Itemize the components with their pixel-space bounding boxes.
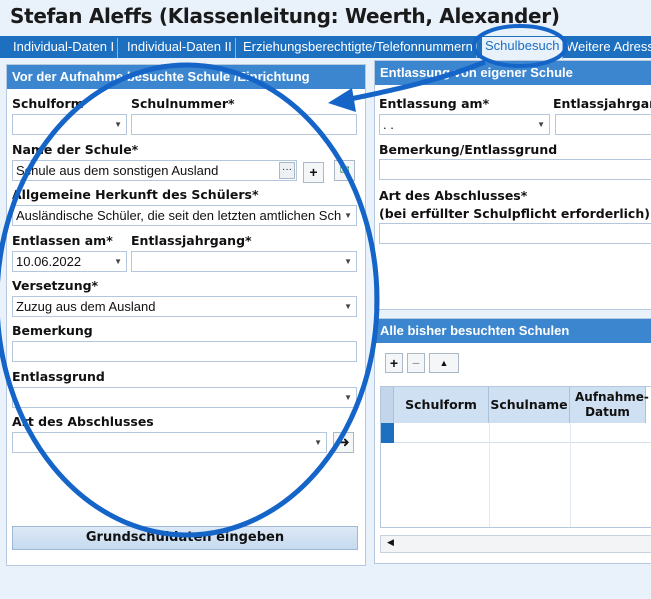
minus-icon[interactable]: − <box>407 353 425 373</box>
table-row[interactable] <box>394 423 651 443</box>
versetzung-label: Versetzung* <box>12 278 99 293</box>
versetzung-select[interactable]: Zuzug aus dem Ausland ▼ <box>12 296 357 317</box>
entlassgrund-select[interactable]: ▼ <box>12 387 357 408</box>
tab-individual-daten-1[interactable]: Individual-Daten I <box>10 38 119 58</box>
plus-icon[interactable]: + <box>385 353 403 373</box>
art-abschluss-select[interactable] <box>379 223 651 244</box>
col-schulname[interactable]: Schulname <box>489 387 570 423</box>
move-up-icon[interactable]: ▲ <box>429 353 459 373</box>
bemerkung-entlassgrund-input[interactable] <box>379 159 651 180</box>
col-schulform[interactable]: Schulform <box>394 387 489 423</box>
chevron-down-icon: ▼ <box>314 438 322 447</box>
window-title: Stefan Aleffs (Klassenleitung: Weerth, A… <box>10 4 560 28</box>
name-label: Name der Schule* <box>12 142 139 157</box>
mail-icon[interactable]: ✉ <box>334 160 355 181</box>
entlassung-am-label: Entlassung am* <box>379 96 490 111</box>
tab-erziehungsberechtigte[interactable]: Erziehungsberechtigte/Telefonnummern <box>240 38 477 58</box>
tab-individual-daten-2[interactable]: Individual-Daten II <box>124 38 236 58</box>
selected-row-marker <box>381 423 394 443</box>
tab-weitere-adressen[interactable]: Weitere Adressen <box>563 38 651 58</box>
bemerkung-entlassgrund-label: Bemerkung/Entlassgrund <box>379 142 558 157</box>
art-abschluss-label: Art des Abschlusses* <box>379 188 528 203</box>
entlassung-heading: Entlassung von eigener Schule <box>375 61 651 85</box>
entlassjahrgang-label: Entlassjahrgang <box>553 96 651 111</box>
herkunft-label: Allgemeine Herkunft des Schülers* <box>12 187 259 202</box>
schulnummer-input[interactable] <box>131 114 357 135</box>
schools-panel: Alle bisher besuchten Schulen + − ▲ Schu… <box>374 318 651 564</box>
entlassen-date-input[interactable]: 10.06.2022 ▼ <box>12 251 127 272</box>
entlassjahrgang-select[interactable] <box>555 114 651 135</box>
entlassgrund-label: Entlassgrund <box>12 369 105 384</box>
scroll-left-icon[interactable]: ◀ <box>387 537 394 548</box>
chevron-down-icon: ▼ <box>344 257 352 266</box>
chevron-down-icon: ▼ <box>114 120 122 129</box>
grid-line <box>489 423 490 527</box>
entlassen-label: Entlassen am* <box>12 233 113 248</box>
add-school-button[interactable]: + <box>303 162 324 183</box>
abschluss-select[interactable]: ▼ <box>12 432 327 453</box>
tab-bar: Individual-Daten I Individual-Daten II E… <box>0 36 651 59</box>
jahrgang-label: Entlassjahrgang* <box>131 233 252 248</box>
bemerkung-input[interactable] <box>12 341 357 362</box>
schools-grid: Schulform Schulname Aufnahme-Datum <box>380 386 651 528</box>
col-aufnahme-datum[interactable]: Aufnahme-Datum <box>570 387 649 423</box>
chevron-down-icon: ▼ <box>537 120 545 129</box>
tab-schulbesuch[interactable]: Schulbesuch <box>482 37 564 59</box>
row-header <box>381 387 394 423</box>
herkunft-select[interactable]: Ausländische Schüler, die seit den letzt… <box>12 205 357 226</box>
ellipsis-button[interactable]: ··· <box>279 162 295 179</box>
chevron-down-icon: ▼ <box>114 257 122 266</box>
prior-school-heading: Vor der Aufnahme besuchte Schule /Einric… <box>7 65 365 89</box>
schools-heading: Alle bisher besuchten Schulen <box>375 319 651 343</box>
grundschuldaten-button[interactable]: Grundschuldaten eingeben <box>12 526 358 550</box>
abschluss-label: Art des Abschlusses <box>12 414 154 429</box>
horizontal-scrollbar[interactable]: ◀ <box>380 535 651 553</box>
school-name-input[interactable]: Schule aus dem sonstigen Ausland ··· <box>12 160 297 181</box>
prior-school-panel: Vor der Aufnahme besuchte Schule /Einric… <box>6 64 366 566</box>
grid-line <box>570 423 571 527</box>
bemerkung-label: Bemerkung <box>12 323 93 338</box>
entlassung-panel: Entlassung von eigener Schule Entlassung… <box>374 60 651 310</box>
chevron-down-icon: ▼ <box>344 302 352 311</box>
schulnummer-label: Schulnummer* <box>131 96 235 111</box>
schulform-select[interactable]: ▼ <box>12 114 127 135</box>
chevron-down-icon: ▼ <box>344 211 352 220</box>
arrow-right-icon[interactable]: ➜ <box>333 432 354 453</box>
abschluss-hint: (bei erfüllter Schulpflicht erforderlich… <box>379 206 650 221</box>
entlassung-date-input[interactable]: . . ▼ <box>379 114 550 135</box>
schulform-label: Schulform <box>12 96 84 111</box>
chevron-down-icon: ▼ <box>344 393 352 402</box>
jahrgang-select[interactable]: ▼ <box>131 251 357 272</box>
